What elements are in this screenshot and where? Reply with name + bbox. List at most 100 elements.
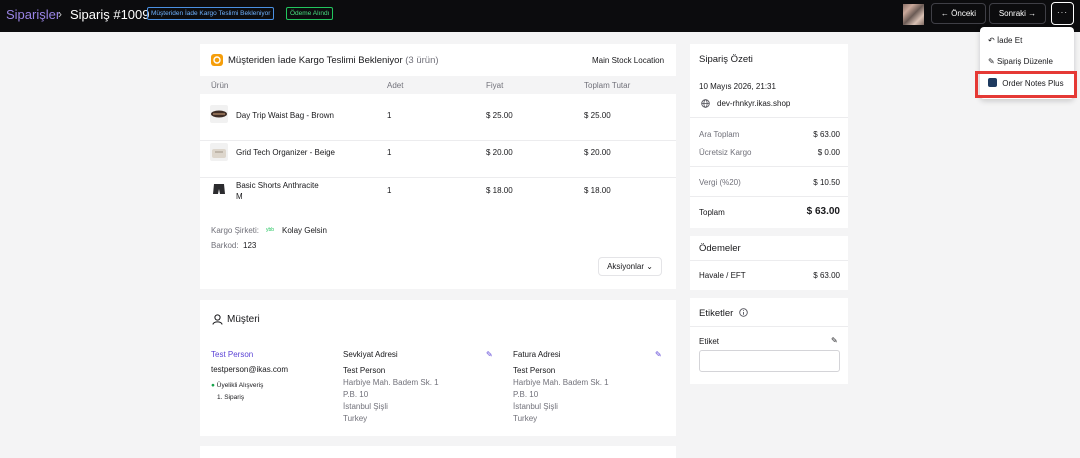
product-image-shorts[interactable] [210, 180, 228, 198]
tags-title: Etiketler [699, 308, 734, 319]
payment-badge: Ödeme Alındı [286, 7, 334, 20]
address-line: Turkey [513, 414, 538, 423]
address-line: Turkey [343, 414, 368, 423]
pencil-icon: ✎ [988, 57, 995, 66]
barcode-value: 123 [243, 241, 257, 250]
fulfillment-card: Müşteriden İade Kargo Teslimi Bekleniyor… [200, 44, 676, 289]
column-product: Ürün [211, 81, 229, 90]
divider [690, 326, 848, 327]
cargo-logo: ybb [266, 227, 275, 233]
product-quantity: 1 [387, 111, 392, 120]
product-image-waist-bag[interactable] [210, 105, 228, 123]
store-domain[interactable]: dev-rhnkyr.ikas.shop [717, 99, 790, 108]
address-line: Harbiye Mah. Badem Sk. 1 [513, 378, 609, 387]
info-icon[interactable] [739, 308, 748, 317]
product-total: $ 20.00 [584, 148, 611, 157]
customer-title: Müşteri [227, 314, 260, 325]
barcode-label: Barkod: [211, 241, 239, 250]
arrow-right-icon: → [1028, 9, 1037, 18]
address-line: Test Person [513, 366, 556, 375]
product-total: $ 18.00 [584, 186, 611, 195]
tax-label: Vergi (%20) [699, 178, 741, 187]
next-label: Sonraki [998, 9, 1026, 18]
next-order-button[interactable]: Sonraki → [989, 3, 1046, 24]
row-divider [200, 177, 676, 178]
payments-card: Ödemeler Havale / EFT $ 63.00 [690, 236, 848, 290]
product-price: $ 18.00 [486, 186, 513, 195]
billing-address-title: Fatura Adresi [513, 350, 561, 359]
order-date: 10 Mayıs 2026, 21:31 [699, 82, 776, 91]
more-actions-button[interactable]: ··· [1051, 2, 1074, 25]
arrow-left-icon: ← [940, 9, 949, 18]
column-quantity: Adet [387, 81, 404, 90]
product-quantity: 1 [387, 148, 392, 157]
product-variant: M [236, 192, 243, 201]
divider [690, 117, 848, 118]
payments-title: Ödemeler [699, 243, 741, 254]
tag-field-label: Etiket [699, 337, 720, 346]
edit-billing-icon[interactable]: ✎ [655, 350, 662, 359]
breadcrumb-separator-icon: › [58, 7, 62, 21]
actions-label: Aksiyonlar [607, 262, 644, 271]
total-label: Toplam [699, 208, 725, 217]
previous-order-button[interactable]: ← Önceki [931, 3, 986, 24]
order-summary-card: Sipariş Özeti 10 Mayıs 2026, 21:31 dev-r… [690, 44, 848, 228]
customer-email: testperson@ikas.com [211, 365, 289, 374]
payment-amount: $ 63.00 [813, 271, 840, 280]
member-status: ● Üyelikli Alışveriş [211, 382, 264, 389]
avatar[interactable] [903, 4, 924, 25]
customer-name-link[interactable]: Test Person [211, 350, 253, 359]
package-icon [211, 54, 223, 66]
previous-label: Önceki [951, 9, 977, 18]
divider [690, 196, 848, 197]
column-price: Fiyat [486, 81, 504, 90]
address-line: Test Person [343, 366, 386, 375]
product-name[interactable]: Day Trip Waist Bag - Brown [236, 111, 334, 120]
next-card [200, 446, 676, 458]
total-value: $ 63.00 [806, 206, 840, 217]
divider [690, 260, 848, 261]
product-image-organizer[interactable] [210, 143, 228, 161]
undo-icon: ↶ [988, 36, 995, 45]
fulfillment-title: Müşteriden İade Kargo Teslimi Bekleniyor… [228, 55, 439, 66]
address-line: İstanbul Şişli [513, 402, 558, 411]
globe-icon [701, 99, 710, 108]
column-total: Toplam Tutar [584, 81, 631, 90]
status-dot-icon: ● [211, 382, 215, 389]
shipping-label: Ücretsiz Kargo [699, 148, 752, 157]
item-count: (3 ürün) [405, 55, 439, 66]
stock-location: Main Stock Location [592, 56, 665, 65]
product-quantity: 1 [387, 186, 392, 195]
address-line: İstanbul Şişli [343, 402, 388, 411]
product-price: $ 25.00 [486, 111, 513, 120]
cargo-value: Kolay Gelsin [282, 226, 327, 235]
tag-input[interactable] [699, 350, 840, 372]
product-name[interactable]: Grid Tech Organizer - Beige [236, 148, 335, 157]
edit-shipping-icon[interactable]: ✎ [486, 350, 493, 359]
top-bar: Siparişler › Sipariş #1009 Müşteriden İa… [0, 0, 1080, 32]
shipping-address-title: Sevkiyat Adresi [343, 350, 398, 359]
address-line: Harbiye Mah. Badem Sk. 1 [343, 378, 439, 387]
breadcrumb-orders[interactable]: Siparişler [6, 7, 60, 22]
table-header: Ürün Adet Fiyat Toplam Tutar [200, 76, 676, 94]
summary-title: Sipariş Özeti [699, 54, 753, 65]
tags-card: Etiketler Etiket ✎ [690, 298, 848, 384]
page-title: Sipariş #1009 [70, 7, 150, 22]
menu-item-edit-order[interactable]: ✎ Sipariş Düzenle [988, 57, 1053, 66]
product-price: $ 20.00 [486, 148, 513, 157]
customer-card: Müşteri Test Person testperson@ikas.com … [200, 300, 676, 436]
status-badge: Müşteriden İade Kargo Teslimi Bekleniyor [147, 7, 275, 20]
actions-dropdown-button[interactable]: Aksiyonlar ⌄ [598, 257, 662, 276]
edit-tags-icon[interactable]: ✎ [831, 336, 838, 345]
subtotal-value: $ 63.00 [813, 130, 840, 139]
highlight-box [975, 71, 1077, 98]
payment-method: Havale / EFT [699, 271, 746, 280]
divider [690, 166, 848, 167]
menu-item-refund[interactable]: ↶ İade Et [988, 36, 1022, 45]
product-name[interactable]: Basic Shorts Anthracite [236, 181, 319, 190]
product-total: $ 25.00 [584, 111, 611, 120]
order-count: 1. Sipariş [217, 394, 245, 401]
cargo-label: Kargo Şirketi: [211, 226, 260, 235]
address-line: P.B. 10 [513, 390, 539, 399]
tax-value: $ 10.50 [813, 178, 840, 187]
